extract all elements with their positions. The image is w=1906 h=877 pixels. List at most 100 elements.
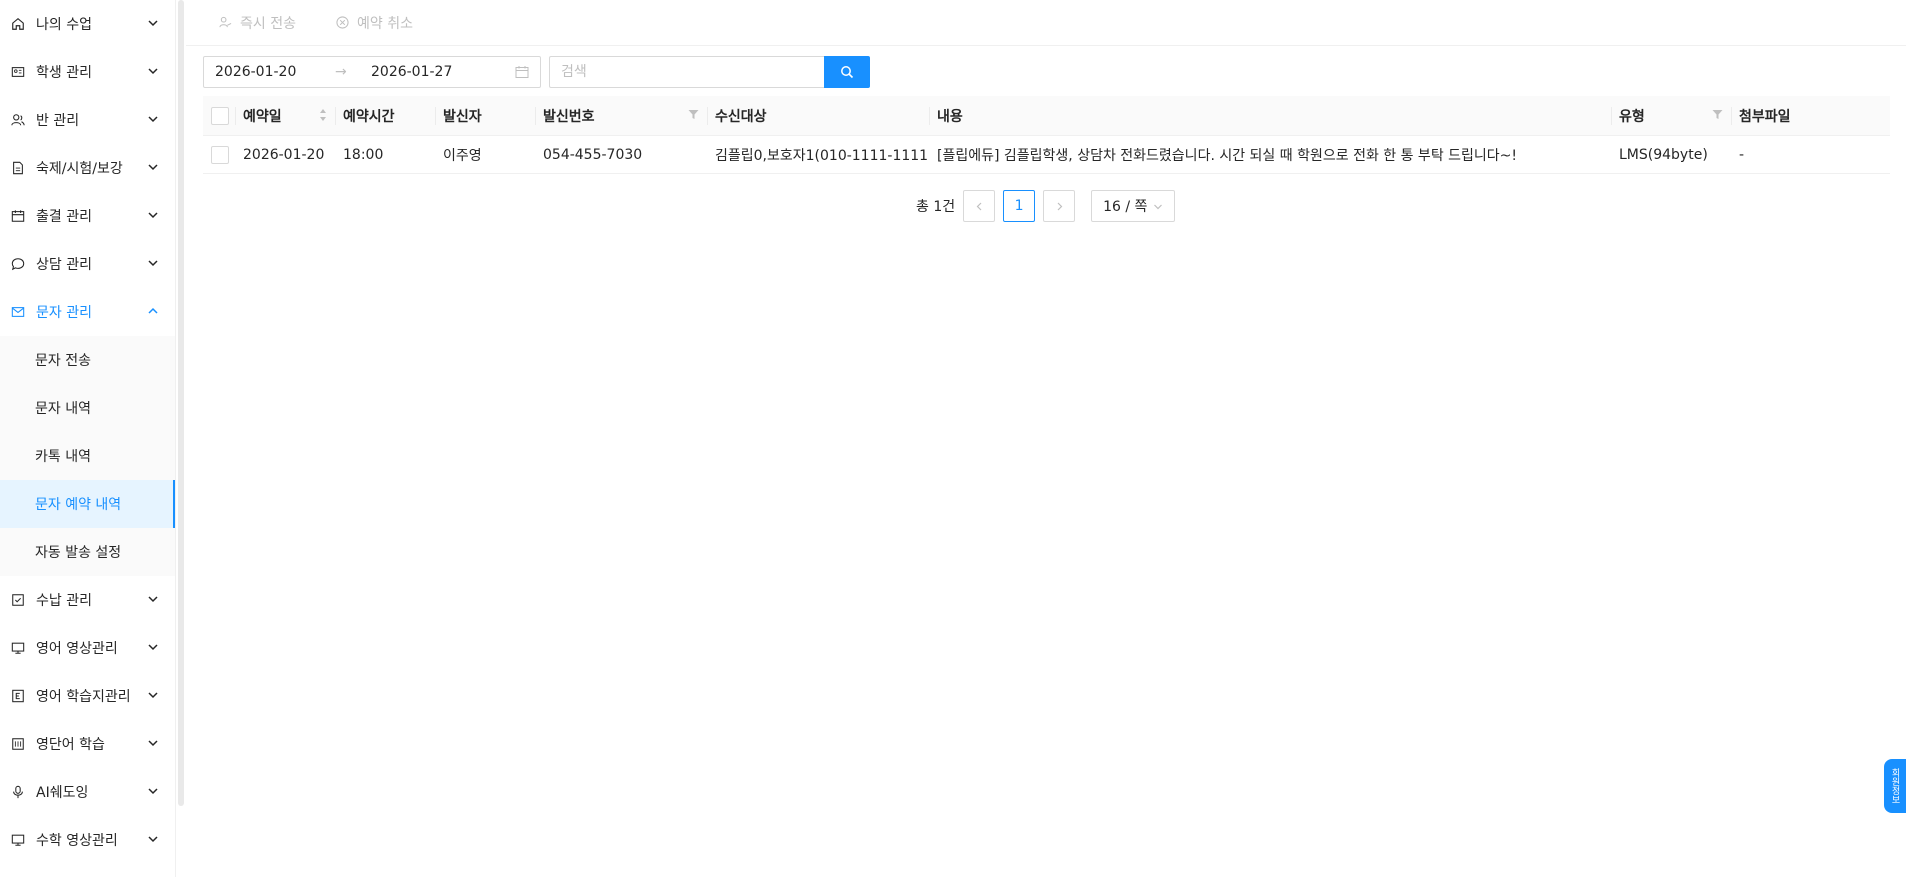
column-header-attachment: 첨부파일 [1731, 96, 1890, 135]
sort-icon[interactable] [319, 108, 327, 122]
sidebar-item-label: 나의 수업 [36, 17, 92, 33]
sidebar-item-label: 상담 관리 [36, 257, 92, 273]
chevron-down-icon [148, 788, 158, 795]
sidebar-item-attendance[interactable]: 출결 관리 [0, 192, 175, 240]
sidebar-item-label: 반 관리 [36, 113, 80, 129]
chevron-down-icon [148, 164, 158, 171]
column-label: 예약시간 [343, 108, 395, 125]
column-header-time: 예약시간 [335, 96, 435, 135]
date-to[interactable]: 2026-01-27 [371, 64, 491, 80]
chevron-down-icon [148, 644, 158, 651]
chevron-down-icon [148, 836, 158, 843]
sidebar-item-my-class[interactable]: 나의 수업 [0, 0, 175, 48]
chevron-down-icon [148, 692, 158, 699]
chevron-down-icon [148, 212, 158, 219]
filter-icon[interactable] [688, 109, 699, 120]
sidebar-item-classes[interactable]: 반 관리 [0, 96, 175, 144]
cell-time: 18:00 [343, 146, 384, 163]
sidebar-item-label: 문자 관리 [36, 305, 92, 321]
chevron-down-icon [148, 740, 158, 747]
search-input[interactable] [549, 56, 824, 88]
sidebar-item-homework[interactable]: 숙제/시험/보강 [0, 144, 175, 192]
id-card-icon [10, 64, 26, 80]
cell-attachment: - [1739, 146, 1745, 163]
column-label: 내용 [937, 108, 963, 125]
sidebar-item-label: 영단어 학습 [36, 737, 105, 753]
date-range-picker[interactable]: 2026-01-20 → 2026-01-27 [203, 56, 541, 88]
sidebar-item-label: 출결 관리 [36, 209, 92, 225]
chevron-down-icon [148, 116, 158, 123]
column-header-date[interactable]: 예약일 [235, 96, 335, 135]
date-from[interactable]: 2026-01-20 [215, 64, 335, 80]
sidebar-item-english-video[interactable]: 영어 영상관리 [0, 624, 175, 672]
cell-type: LMS(94byte) [1619, 146, 1708, 163]
column-label: 예약일 [243, 108, 282, 125]
sidebar-item-vocabulary[interactable]: 영단어 학습 [0, 720, 175, 768]
submenu-item-auto-send-settings[interactable]: 자동 발송 설정 [0, 528, 175, 576]
prev-page-button[interactable] [963, 190, 996, 222]
chevron-left-icon [976, 202, 982, 210]
cell-date: 2026-01-20 [243, 146, 325, 163]
sidebar-item-payments[interactable]: 수납 관리 [0, 576, 175, 624]
submenu-item-sms-reservations[interactable]: 문자 예약 내역 [0, 480, 175, 528]
table-row[interactable]: 2026-01-20 18:00 이주영 054-455-7030 김플립0,보… [203, 136, 1890, 174]
sidebar-item-english-worksheet[interactable]: 영어 학습지관리 [0, 672, 175, 720]
pagination-total: 총 1건 [916, 199, 956, 215]
monitor-icon [10, 640, 26, 656]
sidebar-scrollbar[interactable] [178, 0, 184, 806]
filter-icon[interactable] [1712, 109, 1723, 120]
chevron-up-icon [148, 307, 158, 314]
search-button[interactable] [824, 56, 870, 88]
submenu-item-send-sms[interactable]: 문자 전송 [0, 336, 175, 384]
sidebar-item-label: 영어 학습지관리 [36, 689, 131, 705]
select-all-checkbox[interactable] [211, 106, 229, 125]
column-label: 발신자 [443, 108, 482, 125]
next-page-button[interactable] [1043, 190, 1076, 222]
floating-side-tab[interactable]: 회원정보 [1884, 759, 1906, 813]
search-icon [841, 66, 854, 79]
monitor-icon [10, 832, 26, 848]
sidebar-item-students[interactable]: 학생 관리 [0, 48, 175, 96]
cell-number: 054-455-7030 [543, 146, 643, 163]
reservation-table: 예약일 예약시간 발신자 발신번호 수신대상 내용 유형 첨부파일 2026-0… [203, 96, 1890, 174]
page-button-current[interactable]: 1 [1003, 190, 1036, 222]
column-label: 유형 [1619, 108, 1645, 125]
page-size-select[interactable]: 16 / 쪽 [1091, 190, 1176, 222]
sidebar: 나의 수업 학생 관리 반 관리 숙제/시험/보강 출결 관리 상담 관리 문자… [0, 0, 176, 877]
submenu-item-sms-history[interactable]: 문자 내역 [0, 384, 175, 432]
users-icon [10, 112, 26, 128]
chevron-down-icon [148, 596, 158, 603]
chevron-right-icon [1057, 202, 1062, 210]
range-arrow-icon: → [335, 64, 347, 80]
send-now-button[interactable]: 즉시 전송 [219, 13, 296, 33]
sidebar-item-sms[interactable]: 문자 관리 [0, 288, 175, 336]
submenu-item-kakao-history[interactable]: 카톡 내역 [0, 432, 175, 480]
floating-tab-label: 회원정보 [1889, 768, 1900, 804]
page-size-value: 16 / 쪽 [1103, 199, 1148, 215]
column-header-number[interactable]: 발신번호 [535, 96, 707, 135]
send-now-label: 즉시 전송 [240, 15, 296, 32]
column-label: 첨부파일 [1739, 108, 1791, 125]
home-icon [10, 16, 26, 32]
cell-content: [플립에듀] 김플립학생, 상담차 전화드렸습니다. 시간 되실 때 학원으로 … [937, 147, 1518, 164]
cancel-reservation-button[interactable]: 예약 취소 [336, 13, 413, 33]
calendar-icon [515, 66, 529, 78]
sidebar-item-label: 숙제/시험/보강 [36, 161, 123, 177]
row-checkbox[interactable] [211, 145, 229, 164]
file-icon [10, 160, 26, 176]
calendar-icon [10, 208, 26, 224]
cell-target: 김플립0,보호자1(010-1111-1111) [715, 147, 929, 164]
chevron-down-icon [148, 260, 158, 267]
cell-sender: 이주영 [443, 147, 482, 164]
sidebar-item-counseling[interactable]: 상담 관리 [0, 240, 175, 288]
column-header-type[interactable]: 유형 [1611, 96, 1731, 135]
close-circle-icon [336, 16, 349, 29]
sidebar-item-label: 수학 영상관리 [36, 833, 118, 849]
main-content: 즉시 전송 예약 취소 2026-01-20 → 2026-01-27 예약일 [186, 0, 1906, 877]
sms-submenu: 문자 전송 문자 내역 카톡 내역 문자 예약 내역 자동 발송 설정 [0, 336, 175, 576]
send-user-icon [219, 16, 232, 28]
sidebar-item-math-video[interactable]: 수학 영상관리 [0, 816, 175, 864]
sidebar-item-label: 수납 관리 [36, 593, 92, 609]
chat-icon [10, 256, 26, 272]
sidebar-item-ai-shadowing[interactable]: AI쉐도잉 [0, 768, 175, 816]
